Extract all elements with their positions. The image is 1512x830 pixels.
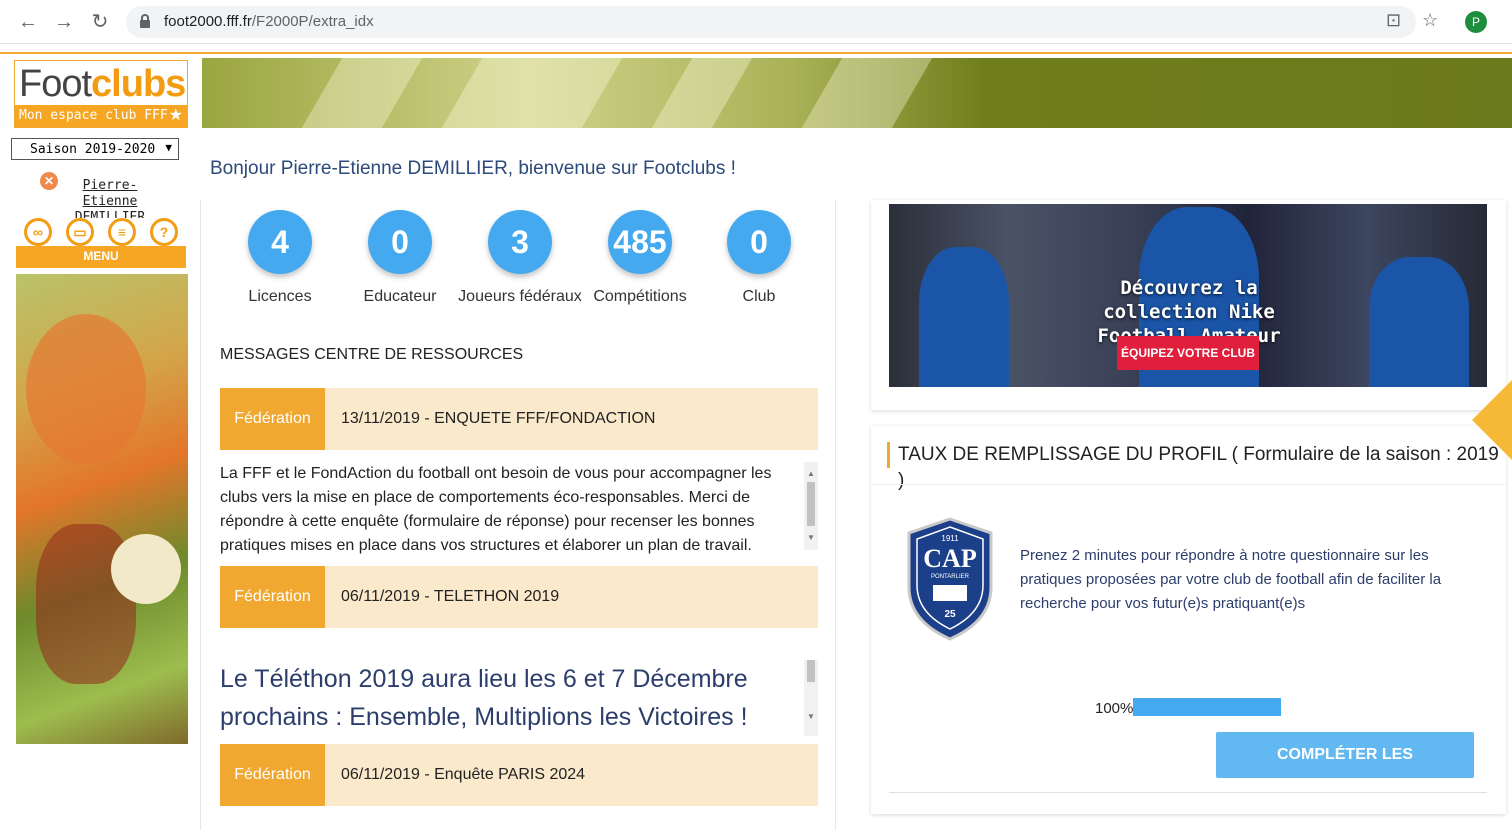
nike-ad[interactable]: Découvrez la collection Nike Football Am… — [871, 200, 1506, 410]
message-title: 06/11/2019 - Enquête PARIS 2024 — [341, 766, 586, 783]
message-tag: Fédération — [220, 388, 325, 450]
lock-icon — [140, 14, 150, 28]
stat-value: 0 — [727, 210, 791, 274]
browser-toolbar: ← → ↻ foot2000.fff.fr/F2000P/extra_idx ⊡… — [0, 0, 1512, 44]
complete-info-button[interactable]: COMPLÉTER LES INFORMATIONS — [1216, 732, 1474, 809]
progress-percent: 100% — [1095, 700, 1134, 717]
divider — [889, 792, 1487, 793]
welcome-message: Bonjour Pierre-Etienne DEMILLIER, bienve… — [210, 158, 736, 179]
message-body: Le Téléthon 2019 aura lieu les 6 et 7 Dé… — [220, 660, 818, 740]
stat-value: 0 — [368, 210, 432, 274]
message-scrollbar[interactable]: ▲ ▼ — [804, 462, 818, 550]
message-header[interactable]: Fédération 06/11/2019 - TELETHON 2019 — [220, 566, 818, 628]
progress-bar — [1133, 698, 1281, 716]
progress-fill — [1133, 698, 1281, 716]
season-value: Saison 2019-2020 — [30, 142, 156, 157]
stat-value: 3 — [488, 210, 552, 274]
top-banner-image — [202, 58, 1512, 128]
back-arrow-icon[interactable]: ← — [16, 10, 40, 34]
stat-club[interactable]: 0 Club — [689, 210, 829, 306]
side-arrow-icon[interactable] — [1472, 378, 1512, 462]
stat-value: 485 — [608, 210, 672, 274]
url-text: foot2000.fff.fr/F2000P/extra_idx — [164, 13, 374, 30]
logo-title: Footclubs — [19, 63, 186, 105]
dashboard-panel: 4 Licences 0 Educateur 3 Joueurs fédérau… — [200, 200, 836, 830]
profile-card-title: TAUX DE REMPLISSAGE DU PROFIL ( Formulai… — [887, 442, 1506, 491]
badge-subtitle: PONTARLIER — [931, 574, 970, 580]
stat-label: Club — [742, 288, 776, 305]
star-icon: ★ — [168, 107, 183, 124]
message-tag: Fédération — [220, 744, 325, 806]
logo-subtitle: Mon espace club FFF — [15, 105, 187, 127]
star-icon[interactable]: ☆ — [1422, 10, 1438, 31]
badge-year: 1911 — [941, 534, 959, 543]
footclubs-logo[interactable]: Footclubs Mon espace club FFF ★ — [14, 60, 188, 128]
list-icon[interactable]: ≡ — [108, 218, 136, 246]
right-panel: Découvrez la collection Nike Football Am… — [871, 200, 1512, 830]
divider — [871, 484, 1506, 485]
link-icon[interactable]: ∞ — [24, 218, 52, 246]
message-scrollbar[interactable]: ▲ ▼ — [804, 660, 818, 736]
message-tag: Fédération — [220, 566, 325, 628]
stat-label: Joueurs fédéraux — [458, 288, 582, 305]
message-header[interactable]: Fédération 13/11/2019 - ENQUETE FFF/FOND… — [220, 388, 818, 450]
message-title: 13/11/2019 - ENQUETE FFF/FONDACTION — [341, 410, 656, 427]
profile-description: Prenez 2 minutes pour répondre à notre q… — [1020, 547, 1442, 612]
forward-arrow-icon[interactable]: → — [52, 10, 76, 34]
reload-icon[interactable]: ↻ — [88, 10, 112, 34]
message-header[interactable]: Fédération 06/11/2019 - Enquête PARIS 20… — [220, 744, 818, 806]
profile-completion-card: TAUX DE REMPLISSAGE DU PROFIL ( Formulai… — [871, 426, 1506, 814]
dropdown-arrow-icon: ▼ — [165, 141, 172, 154]
message-body: La FFF et le FondAction du football ont … — [220, 462, 818, 558]
messages-section-title: MESSAGES CENTRE DE RESSOURCES — [220, 346, 524, 363]
ad-cta-button[interactable]: ÉQUIPEZ VOTRE CLUB — [1117, 336, 1259, 370]
stat-value: 4 — [248, 210, 312, 274]
stat-educateur[interactable]: 0 Educateur — [330, 210, 470, 306]
menu-button[interactable]: MENU — [16, 246, 186, 268]
translate-icon[interactable]: ⊡ — [1386, 10, 1401, 31]
message-text: La FFF et le FondAction du football ont … — [220, 465, 772, 554]
message-title: 06/11/2019 - TELETHON 2019 — [341, 588, 560, 605]
season-select[interactable]: Saison 2019-2020 ▼ — [11, 138, 179, 160]
help-icon[interactable]: ? — [150, 218, 178, 246]
address-bar[interactable]: foot2000.fff.fr/F2000P/extra_idx ⊡ — [126, 6, 1416, 38]
sidebar-photo — [16, 274, 188, 744]
stat-label: Licences — [248, 288, 312, 305]
badge-name: CAP — [923, 544, 977, 573]
ad-image: Découvrez la collection Nike Football Am… — [889, 204, 1487, 387]
club-badge-logo: 1911 CAP PONTARLIER 25 — [907, 517, 993, 641]
stat-joueurs-federaux[interactable]: 3 Joueurs fédéraux — [450, 210, 590, 306]
menu-bar: ∞ ▭ ≡ ? MENU — [16, 218, 186, 270]
stat-label: Educateur — [363, 288, 437, 305]
document-icon[interactable]: ▭ — [66, 218, 94, 246]
badge-number: 25 — [944, 609, 956, 620]
message-text: Le Téléthon 2019 aura lieu les 6 et 7 Dé… — [220, 665, 748, 731]
stat-licences[interactable]: 4 Licences — [210, 210, 350, 306]
header-divider — [0, 52, 1512, 54]
logout-icon[interactable]: ✕ — [40, 172, 58, 190]
profile-avatar[interactable]: P — [1465, 11, 1487, 33]
